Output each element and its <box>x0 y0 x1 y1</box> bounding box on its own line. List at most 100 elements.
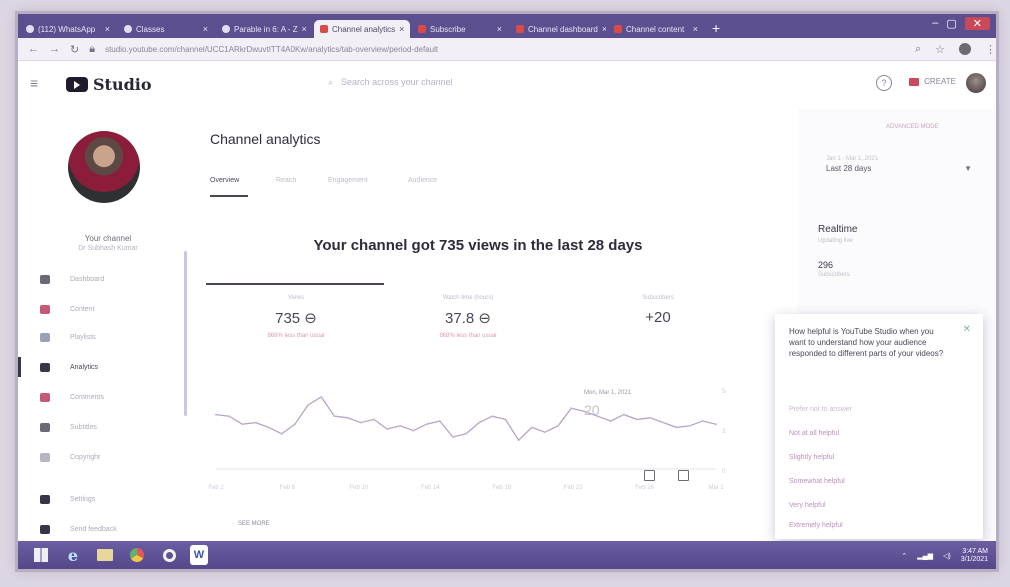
tab-overview[interactable]: Overview <box>210 177 239 184</box>
chart-zoom-in-icon[interactable] <box>678 470 689 481</box>
survey-option[interactable]: Extremely helpful <box>789 522 843 529</box>
chart-point <box>530 426 533 429</box>
browser-tab[interactable]: (112) WhatsApp × <box>20 20 116 38</box>
bookmark-star-icon[interactable]: ☆ <box>935 43 945 56</box>
volume-icon[interactable]: ◁) <box>943 552 951 560</box>
tab-strip: (112) WhatsApp × Classes × Parable in 6: A -… <box>18 14 996 38</box>
create-button[interactable]: CREATE <box>909 77 956 86</box>
youtube-logo-icon <box>66 77 88 92</box>
tab-close-icon[interactable]: × <box>105 24 110 34</box>
sidebar-item-playlists[interactable]: Playlists <box>18 327 198 347</box>
browser-tab[interactable]: Channel dashboard × <box>510 20 606 38</box>
browser-tab[interactable]: Channel content × <box>608 20 704 38</box>
sidebar-item-subtitles[interactable]: Subtitles <box>18 417 198 437</box>
sidebar-item-content[interactable]: Content <box>18 299 198 319</box>
tab-favicon-icon <box>418 25 426 33</box>
browser-tab[interactable]: Subscribe × <box>412 20 508 38</box>
maximize-icon[interactable]: ▢ <box>946 17 956 30</box>
metric-label: Watch time (hours) <box>442 295 494 301</box>
sidebar-item-send-feedback[interactable]: Send feedback <box>18 519 198 539</box>
tab-close-icon[interactable]: × <box>302 24 307 34</box>
tab-engagement[interactable]: Engagement <box>328 177 368 184</box>
help-icon[interactable]: ? <box>876 75 892 91</box>
survey-option[interactable]: Very helpful <box>789 502 826 509</box>
close-window-icon[interactable]: ✕ <box>964 17 990 30</box>
views-line-chart[interactable]: Feb 2 Feb 6 Feb 10 Feb 14 Feb 18 Feb 22 Feb 26… <box>206 379 726 509</box>
advanced-mode-link[interactable]: ADVANCED MODE <box>886 124 939 130</box>
tab-close-icon[interactable]: × <box>693 24 698 34</box>
survey-option[interactable]: Somewhat helpful <box>789 478 845 485</box>
channel-name: Dr Subhash Kumar <box>78 245 138 252</box>
tab-label: Channel content <box>626 24 685 34</box>
sidebar-item-analytics[interactable]: Analytics <box>18 357 198 377</box>
tab-close-icon[interactable]: × <box>497 24 502 34</box>
chart-x-tick-label: Feb 10 <box>350 485 369 491</box>
sidebar-item-comments[interactable]: Comments <box>18 387 198 407</box>
sidebar-item-label: Playlists <box>70 333 96 341</box>
metric-watch-time[interactable]: Watch time (hours) 37.8 ⊖ 868% less than… <box>398 295 538 339</box>
metric-views[interactable]: Views 735 ⊖ 868% less than usual <box>226 295 366 339</box>
tab-label: Channel analytics <box>332 24 396 34</box>
new-tab-button[interactable]: + <box>712 20 720 36</box>
tab-close-icon[interactable]: × <box>399 24 404 34</box>
tab-reach[interactable]: Reach <box>276 177 296 184</box>
metric-value: 37.8 ⊖ <box>445 310 491 327</box>
sidebar-item-label: Send feedback <box>70 525 117 533</box>
minimize-icon[interactable]: – <box>932 17 938 30</box>
sidebar-item-copyright[interactable]: Copyright <box>18 447 198 467</box>
chart-point <box>386 428 389 430</box>
sidebar-item-settings[interactable]: Settings <box>18 489 198 509</box>
chart-x-tick-label: Feb 26 <box>635 485 654 491</box>
survey-option[interactable]: Slightly helpful <box>789 454 834 461</box>
metric-subscribers[interactable]: Subscribers +20 <box>588 295 728 332</box>
survey-option[interactable]: Prefer not to answer <box>789 406 852 413</box>
browser-tab[interactable]: Channel analytics × <box>314 20 410 38</box>
browser-tab[interactable]: Parable in 6: A - Z × <box>216 20 312 38</box>
tab-close-icon[interactable]: × <box>602 24 606 34</box>
tray-arrow-icon[interactable]: ⌃ <box>901 552 907 560</box>
main-content: Channel analytics Overview Reach Engagem… <box>198 109 798 569</box>
word-icon[interactable]: W <box>190 545 208 565</box>
profile-icon[interactable] <box>959 43 971 55</box>
chrome-icon[interactable] <box>126 545 148 565</box>
file-explorer-icon[interactable] <box>94 545 116 565</box>
opera-icon[interactable] <box>158 545 180 565</box>
zoom-icon[interactable]: ⌕ <box>915 43 921 56</box>
hamburger-menu-icon[interactable]: ≡ <box>30 75 38 91</box>
internet-explorer-icon[interactable]: e <box>62 545 84 565</box>
close-icon[interactable]: ✕ <box>963 324 971 335</box>
chart-point <box>701 420 704 422</box>
chart-point <box>517 439 520 442</box>
sidebar-item-label: Settings <box>70 495 96 503</box>
see-more-link[interactable]: SEE MORE <box>238 521 270 527</box>
sidebar-item-dashboard[interactable]: Dashboard <box>18 269 198 289</box>
date-range-select[interactable]: Jan 1 - Mar 1, 2021 Last 28 days ▼ <box>826 156 976 173</box>
sidebar-item-label: Copyright <box>70 453 100 461</box>
start-button[interactable] <box>30 545 52 565</box>
clock[interactable]: 3:47 AM 3/1/2021 <box>961 548 988 564</box>
network-icon[interactable]: ▂▄▆ <box>917 552 933 560</box>
browser-menu-icon[interactable]: ⋮ <box>985 43 996 56</box>
studio-logo[interactable]: Studio <box>66 75 152 94</box>
url-field[interactable]: studio.youtube.com/channel/UCC1ARkrDwuvt… <box>105 45 438 54</box>
chart-zoom-out-icon[interactable] <box>644 470 655 481</box>
chart-tooltip-value: 20 <box>584 402 600 418</box>
chart-point <box>662 421 665 424</box>
tab-close-icon[interactable]: × <box>203 24 208 34</box>
chart-point <box>293 423 296 426</box>
channel-avatar[interactable] <box>68 131 140 203</box>
chart-point <box>675 426 678 429</box>
forward-icon[interactable]: → <box>49 43 60 55</box>
account-avatar[interactable] <box>966 73 986 93</box>
date-range-value: Last 28 days <box>826 164 872 173</box>
reload-icon[interactable]: ↻ <box>70 43 79 56</box>
tab-audience[interactable]: Audience <box>408 177 437 184</box>
search-input[interactable]: Search across your channel <box>341 77 453 88</box>
back-icon[interactable]: ← <box>28 43 39 55</box>
browser-tab[interactable]: Classes × <box>118 20 214 38</box>
search-bar[interactable]: ⌕ Search across your channel <box>328 77 453 88</box>
dashboard-icon <box>40 274 50 284</box>
sidebar-scrollbar[interactable] <box>184 251 187 416</box>
lock-icon[interactable]: 🔒︎ <box>89 43 95 56</box>
survey-option[interactable]: Not at all helpful <box>789 430 839 437</box>
